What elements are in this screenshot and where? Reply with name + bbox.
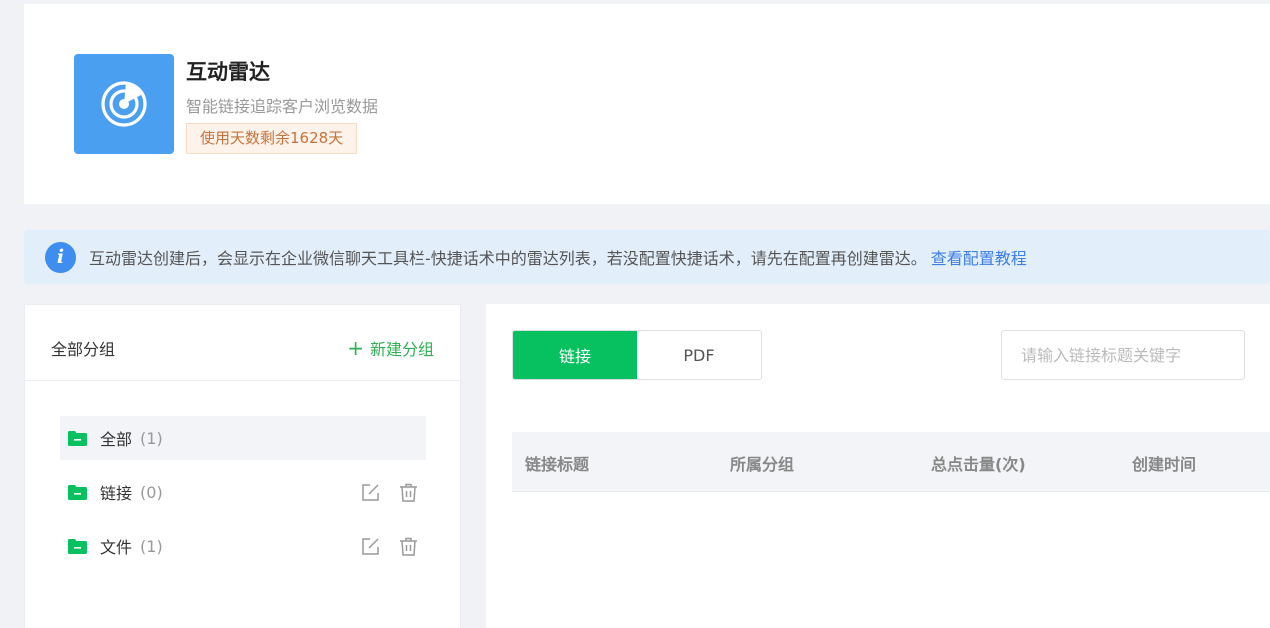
group-item-files[interactable]: 文件 (1) <box>60 524 426 568</box>
tab-pdf[interactable]: PDF <box>637 331 761 379</box>
column-header-created-time: 创建时间 <box>1132 455 1197 474</box>
group-item-actions <box>361 537 418 556</box>
delete-icon[interactable] <box>399 483 418 502</box>
group-item-count: (1) <box>140 428 163 448</box>
group-item-name: 全部 <box>100 430 133 449</box>
content-panel: 链接 PDF 链接标题 所属分组 总点击量(次) 创建时间 <box>486 304 1270 628</box>
app-subtitle: 智能链接追踪客户浏览数据 <box>186 97 379 116</box>
group-item-name: 文件 <box>100 538 133 557</box>
info-banner: i 互动雷达创建后，会显示在企业微信聊天工具栏-快捷话术中的雷达列表，若没配置快… <box>24 230 1270 284</box>
group-item-count: (1) <box>140 536 163 556</box>
new-group-button[interactable]: + 新建分组 <box>347 336 434 360</box>
new-group-label: 新建分组 <box>369 340 434 359</box>
search-input[interactable] <box>1001 330 1245 380</box>
table-header: 链接标题 所属分组 总点击量(次) 创建时间 <box>512 432 1270 492</box>
group-item-actions <box>361 483 418 502</box>
column-header-link-title: 链接标题 <box>525 455 590 474</box>
group-list: 全部 (1) 链接 (0) 文件 (1) <box>60 416 426 578</box>
radar-icon <box>74 54 174 154</box>
column-header-total-clicks: 总点击量(次) <box>931 455 1026 474</box>
app-title: 互动雷达 <box>186 60 270 84</box>
app-header-card: 互动雷达 智能链接追踪客户浏览数据 使用天数剩余1628天 <box>24 4 1270 204</box>
folder-icon <box>68 484 87 500</box>
remaining-days-badge: 使用天数剩余1628天 <box>186 123 358 154</box>
config-tutorial-link[interactable]: 查看配置教程 <box>931 245 1027 269</box>
group-panel: 全部分组 + 新建分组 全部 (1) 链接 (0) 文件 (1) <box>24 304 461 628</box>
folder-icon <box>68 538 87 554</box>
info-icon: i <box>45 241 76 273</box>
group-panel-header: 全部分组 + 新建分组 <box>25 305 460 381</box>
plus-icon: + <box>347 336 364 360</box>
tab-link[interactable]: 链接 <box>513 331 637 379</box>
group-item-name: 链接 <box>100 484 133 503</box>
type-tabs: 链接 PDF <box>512 330 762 380</box>
column-header-group: 所属分组 <box>730 455 795 474</box>
edit-icon[interactable] <box>361 537 380 556</box>
group-item-count: (0) <box>140 482 163 502</box>
group-item-links[interactable]: 链接 (0) <box>60 470 426 514</box>
folder-icon <box>68 430 87 446</box>
group-panel-title: 全部分组 <box>51 340 116 359</box>
edit-icon[interactable] <box>361 483 380 502</box>
group-item-all[interactable]: 全部 (1) <box>60 416 426 460</box>
info-banner-text: 互动雷达创建后，会显示在企业微信聊天工具栏-快捷话术中的雷达列表，若没配置快捷话… <box>89 249 927 268</box>
delete-icon[interactable] <box>399 537 418 556</box>
